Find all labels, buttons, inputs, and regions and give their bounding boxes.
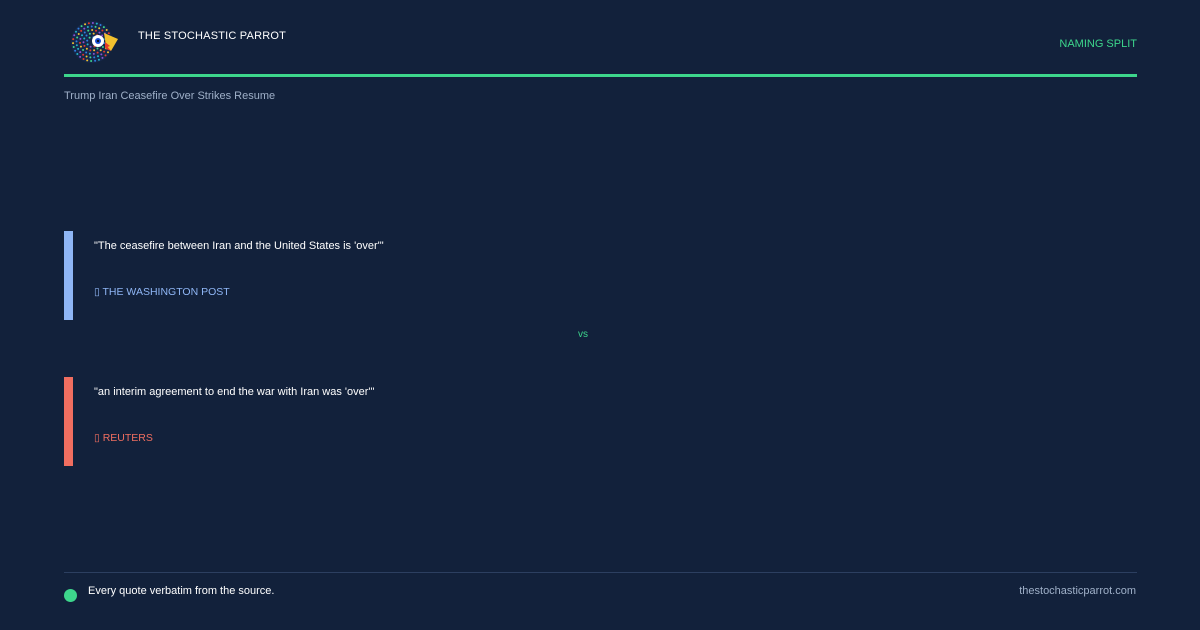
parrot-logo-icon: [70, 18, 118, 66]
footer-divider: [64, 572, 1137, 573]
quote-source: ▯ THE WASHINGTON POST: [94, 286, 230, 298]
brand-name: THE STOCHASTIC PARROT: [138, 30, 287, 42]
naming-split-tag: NAMING SPLIT: [1059, 38, 1137, 50]
quote-accent-bar: [64, 377, 73, 466]
header: THE STOCHASTIC PARROT NAMING SPLIT: [64, 14, 1137, 74]
quote-source: ▯ REUTERS: [94, 432, 153, 444]
footer-site-link[interactable]: thestochasticparrot.com: [1019, 585, 1136, 597]
status-dot-icon: [64, 589, 77, 602]
quote-text: "an interim agreement to end the war wit…: [94, 386, 375, 398]
quote-text: "The ceasefire between Iran and the Unit…: [94, 240, 384, 252]
quote-card-washington-post: "The ceasefire between Iran and the Unit…: [64, 231, 764, 320]
story-title: Trump Iran Ceasefire Over Strikes Resume: [64, 90, 276, 102]
versus-separator: vs: [578, 329, 588, 340]
header-divider: [64, 74, 1137, 77]
quote-card-reuters: "an interim agreement to end the war wit…: [64, 377, 764, 466]
quote-accent-bar: [64, 231, 73, 320]
footer-note: Every quote verbatim from the source.: [88, 585, 275, 597]
